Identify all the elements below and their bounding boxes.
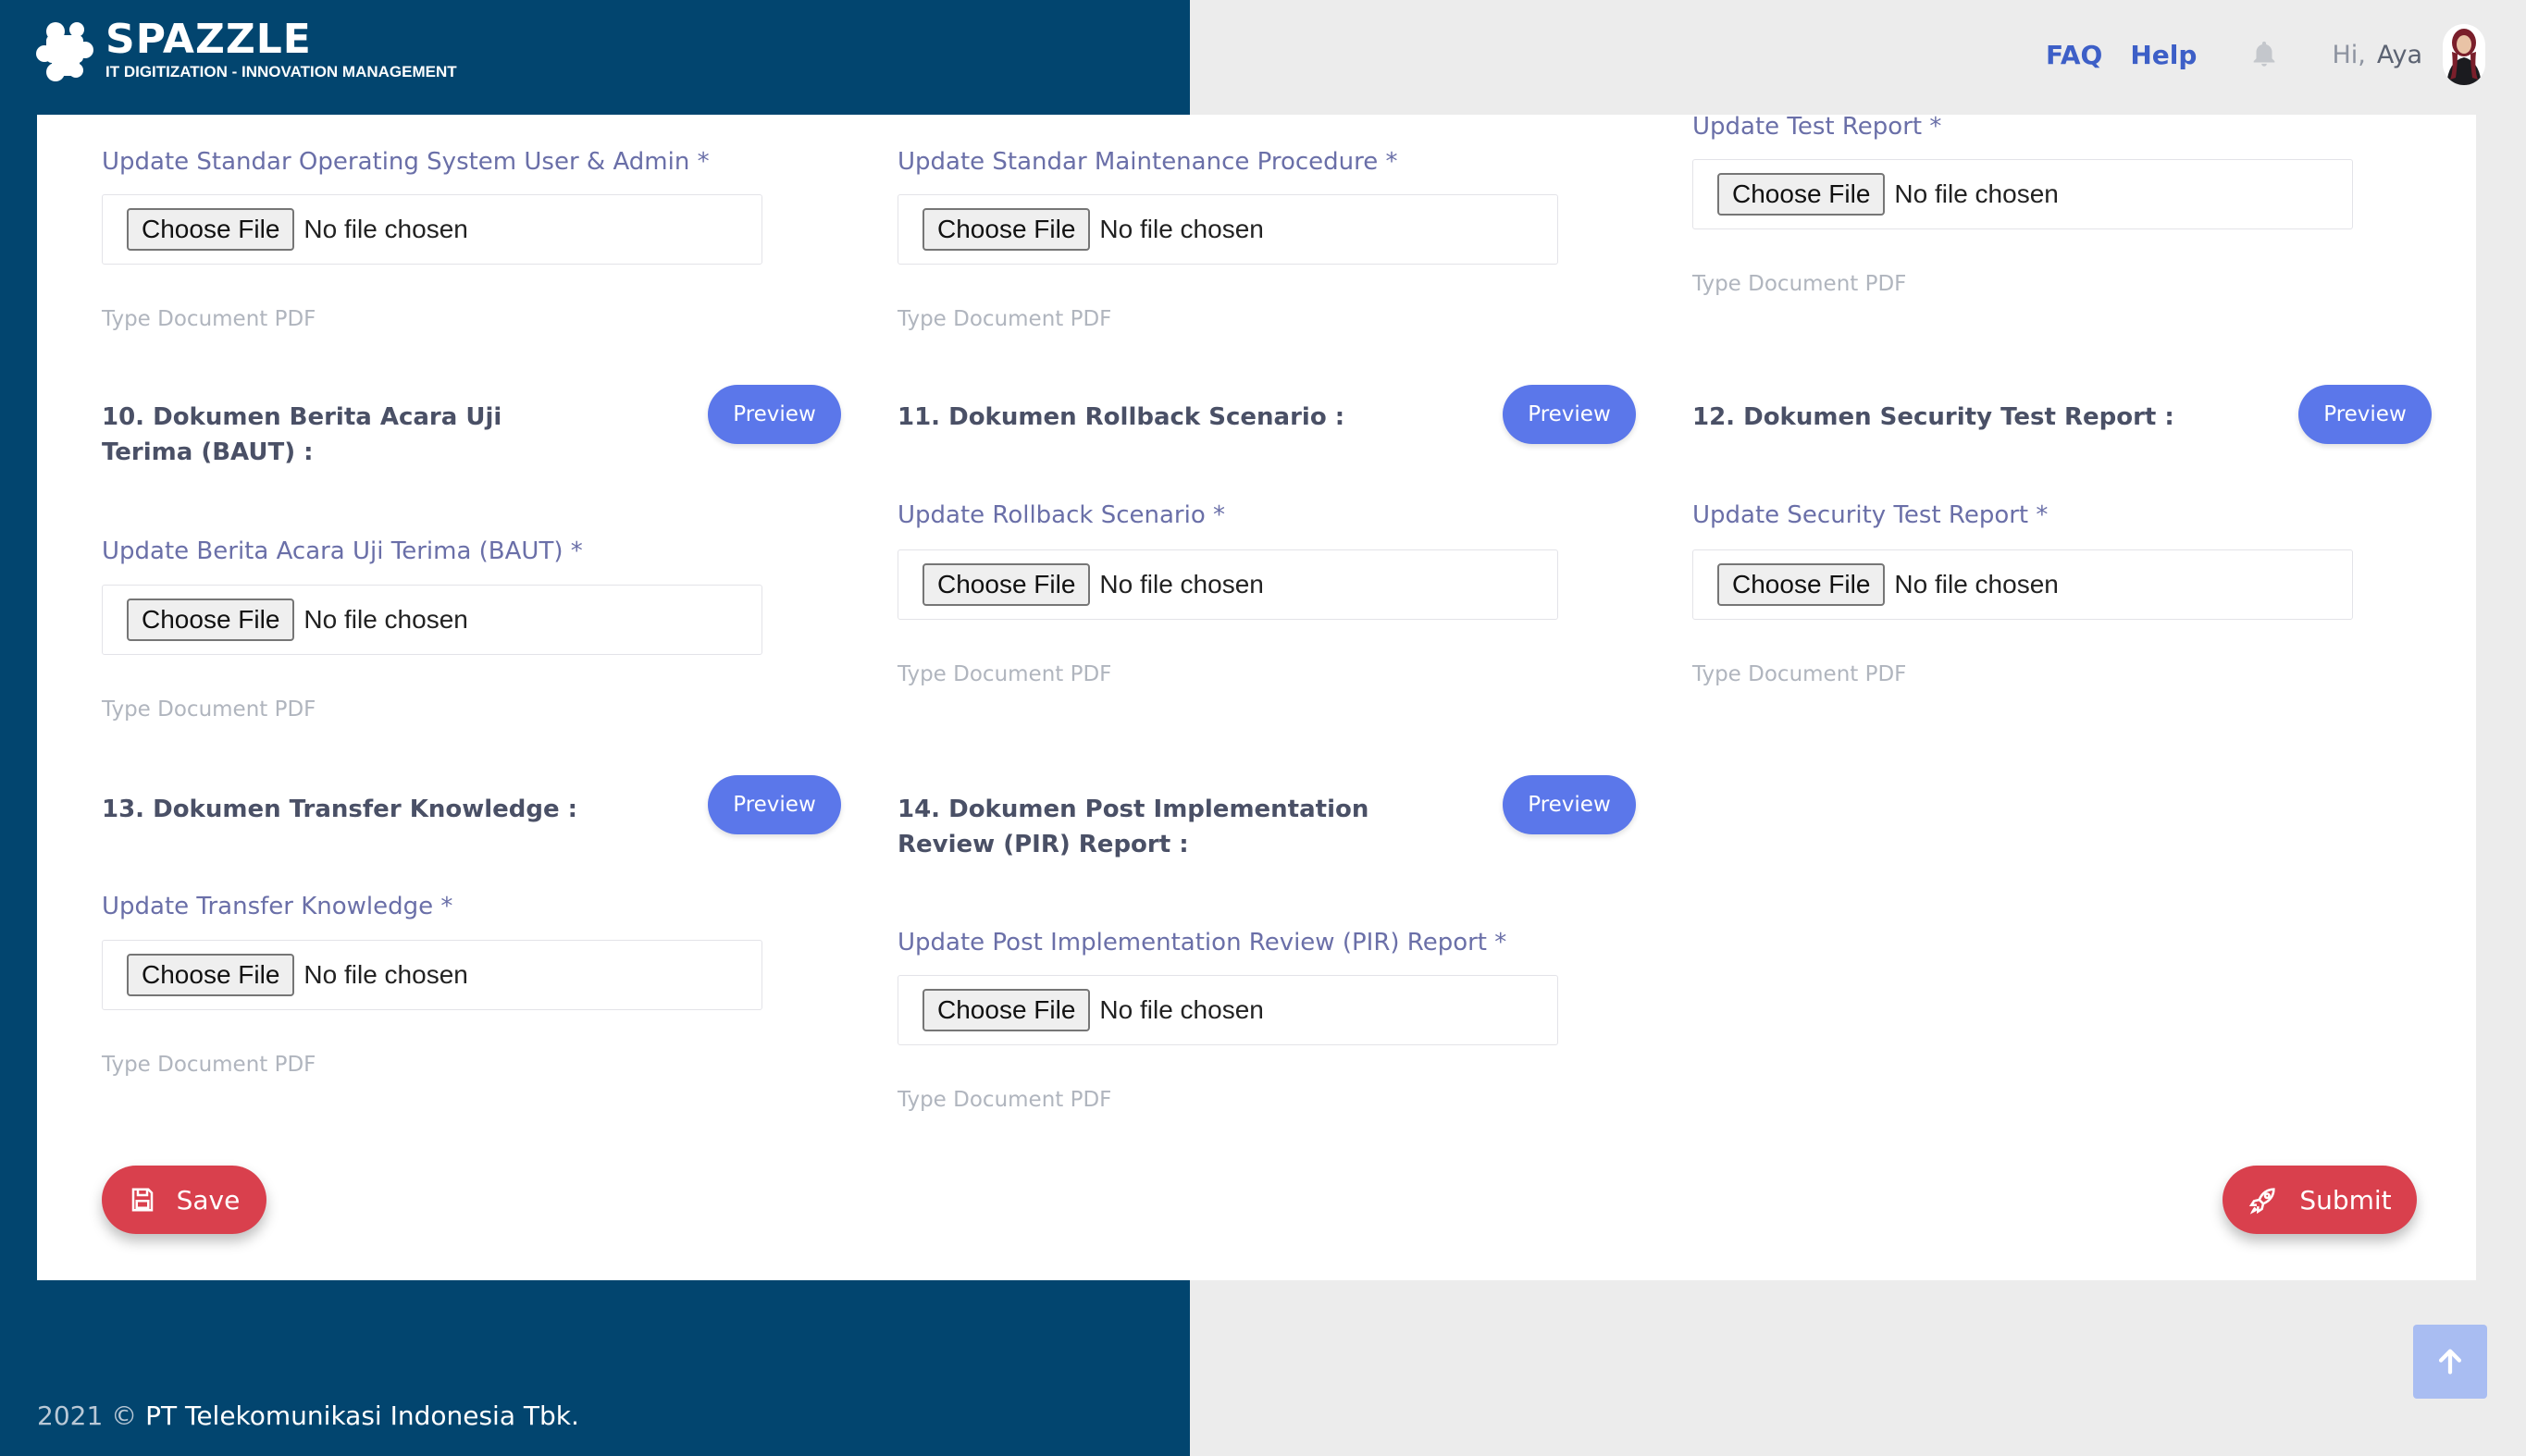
transfer-file-input[interactable]: Choose File No file chosen	[102, 940, 762, 1010]
section-title-12: 12. Dokumen Security Test Report :	[1692, 403, 2174, 431]
puzzle-logo-icon	[36, 22, 93, 81]
save-button[interactable]: Save	[102, 1166, 266, 1234]
smp-field-label: Update Standar Maintenance Procedure *	[898, 148, 1398, 176]
top-navigation: FAQ Help Hi, Aya	[2018, 24, 2485, 85]
file-status-text: No file chosen	[303, 960, 468, 989]
sop-file-input[interactable]: Choose File No file chosen	[102, 194, 762, 265]
file-status-text: No file chosen	[1894, 570, 2059, 598]
nav-faq-link[interactable]: FAQ	[2046, 40, 2102, 70]
upload-form-card: Update Standar Operating System User & A…	[37, 113, 2476, 1280]
file-type-hint: Type Document PDF	[898, 662, 1112, 686]
baut-field-label: Update Berita Acara Uji Terima (BAUT) *	[102, 537, 583, 565]
file-type-hint: Type Document PDF	[102, 1053, 316, 1077]
section-title-11: 11. Dokumen Rollback Scenario :	[898, 403, 1345, 431]
preview-button-10[interactable]: Preview	[708, 385, 841, 444]
choose-file-button[interactable]: Choose File	[922, 563, 1091, 606]
section-title-13: 13. Dokumen Transfer Knowledge :	[102, 796, 578, 823]
greeting-text: Hi,	[2332, 40, 2366, 69]
pir-field-label: Update Post Implementation Review (PIR) …	[898, 929, 1507, 956]
footer-year: 2021 ©	[37, 1400, 138, 1431]
choose-file-button[interactable]: Choose File	[1717, 563, 1886, 606]
test-report-field-label: Update Test Report *	[1692, 113, 1942, 141]
section-title-14: 14. Dokumen Post Implementation Review (…	[898, 796, 1369, 858]
save-icon	[131, 1188, 153, 1212]
choose-file-button[interactable]: Choose File	[127, 598, 295, 641]
file-type-hint: Type Document PDF	[1692, 662, 1907, 686]
file-status-text: No file chosen	[303, 215, 468, 243]
sop-field-label: Update Standar Operating System User & A…	[102, 148, 710, 176]
file-status-text: No file chosen	[1894, 179, 2059, 208]
test-report-file-input[interactable]: Choose File No file chosen	[1692, 159, 2353, 229]
brand-name: SPAZZLE	[105, 16, 312, 63]
choose-file-button[interactable]: Choose File	[922, 989, 1091, 1031]
file-status-text: No file chosen	[1099, 995, 1264, 1024]
file-type-hint: Type Document PDF	[898, 307, 1112, 331]
choose-file-button[interactable]: Choose File	[1717, 173, 1886, 216]
rocket-icon	[2249, 1188, 2275, 1215]
submit-button-label: Submit	[2299, 1184, 2392, 1215]
preview-button-13[interactable]: Preview	[708, 775, 841, 834]
footer-copyright: 2021 © PT Telekomunikasi Indonesia Tbk.	[37, 1400, 579, 1431]
security-file-input[interactable]: Choose File No file chosen	[1692, 549, 2353, 620]
choose-file-button[interactable]: Choose File	[922, 208, 1091, 251]
file-type-hint: Type Document PDF	[898, 1088, 1112, 1112]
file-type-hint: Type Document PDF	[102, 307, 316, 331]
file-status-text: No file chosen	[303, 605, 468, 634]
choose-file-button[interactable]: Choose File	[127, 208, 295, 251]
section-title-10: 10. Dokumen Berita Acara Uji Terima (BAU…	[102, 403, 502, 466]
arrow-up-icon	[2438, 1349, 2462, 1375]
pir-file-input[interactable]: Choose File No file chosen	[898, 975, 1558, 1045]
preview-button-12[interactable]: Preview	[2298, 385, 2432, 444]
choose-file-button[interactable]: Choose File	[127, 954, 295, 996]
footer-company: PT Telekomunikasi Indonesia Tbk.	[145, 1400, 579, 1431]
submit-button[interactable]: Submit	[2223, 1166, 2417, 1234]
preview-button-14[interactable]: Preview	[1503, 775, 1636, 834]
nav-help-link[interactable]: Help	[2130, 40, 2197, 70]
brand-logo[interactable]: SPAZZLE IT DIGITIZATION - INNOVATION MAN…	[35, 19, 457, 85]
file-status-text: No file chosen	[1099, 570, 1264, 598]
scroll-to-top-button[interactable]	[2413, 1325, 2487, 1399]
user-avatar[interactable]	[2443, 24, 2485, 85]
bell-icon[interactable]	[2248, 39, 2280, 70]
rollback-field-label: Update Rollback Scenario *	[898, 501, 1226, 529]
file-type-hint: Type Document PDF	[1692, 272, 1907, 296]
transfer-field-label: Update Transfer Knowledge *	[102, 893, 453, 920]
user-name[interactable]: Aya	[2377, 41, 2422, 69]
preview-button-11[interactable]: Preview	[1503, 385, 1636, 444]
rollback-file-input[interactable]: Choose File No file chosen	[898, 549, 1558, 620]
baut-file-input[interactable]: Choose File No file chosen	[102, 585, 762, 655]
security-field-label: Update Security Test Report *	[1692, 501, 2049, 529]
brand-tagline: IT DIGITIZATION - INNOVATION MANAGEMENT	[105, 63, 457, 80]
file-status-text: No file chosen	[1099, 215, 1264, 243]
smp-file-input[interactable]: Choose File No file chosen	[898, 194, 1558, 265]
save-button-label: Save	[176, 1184, 241, 1215]
file-type-hint: Type Document PDF	[102, 697, 316, 722]
